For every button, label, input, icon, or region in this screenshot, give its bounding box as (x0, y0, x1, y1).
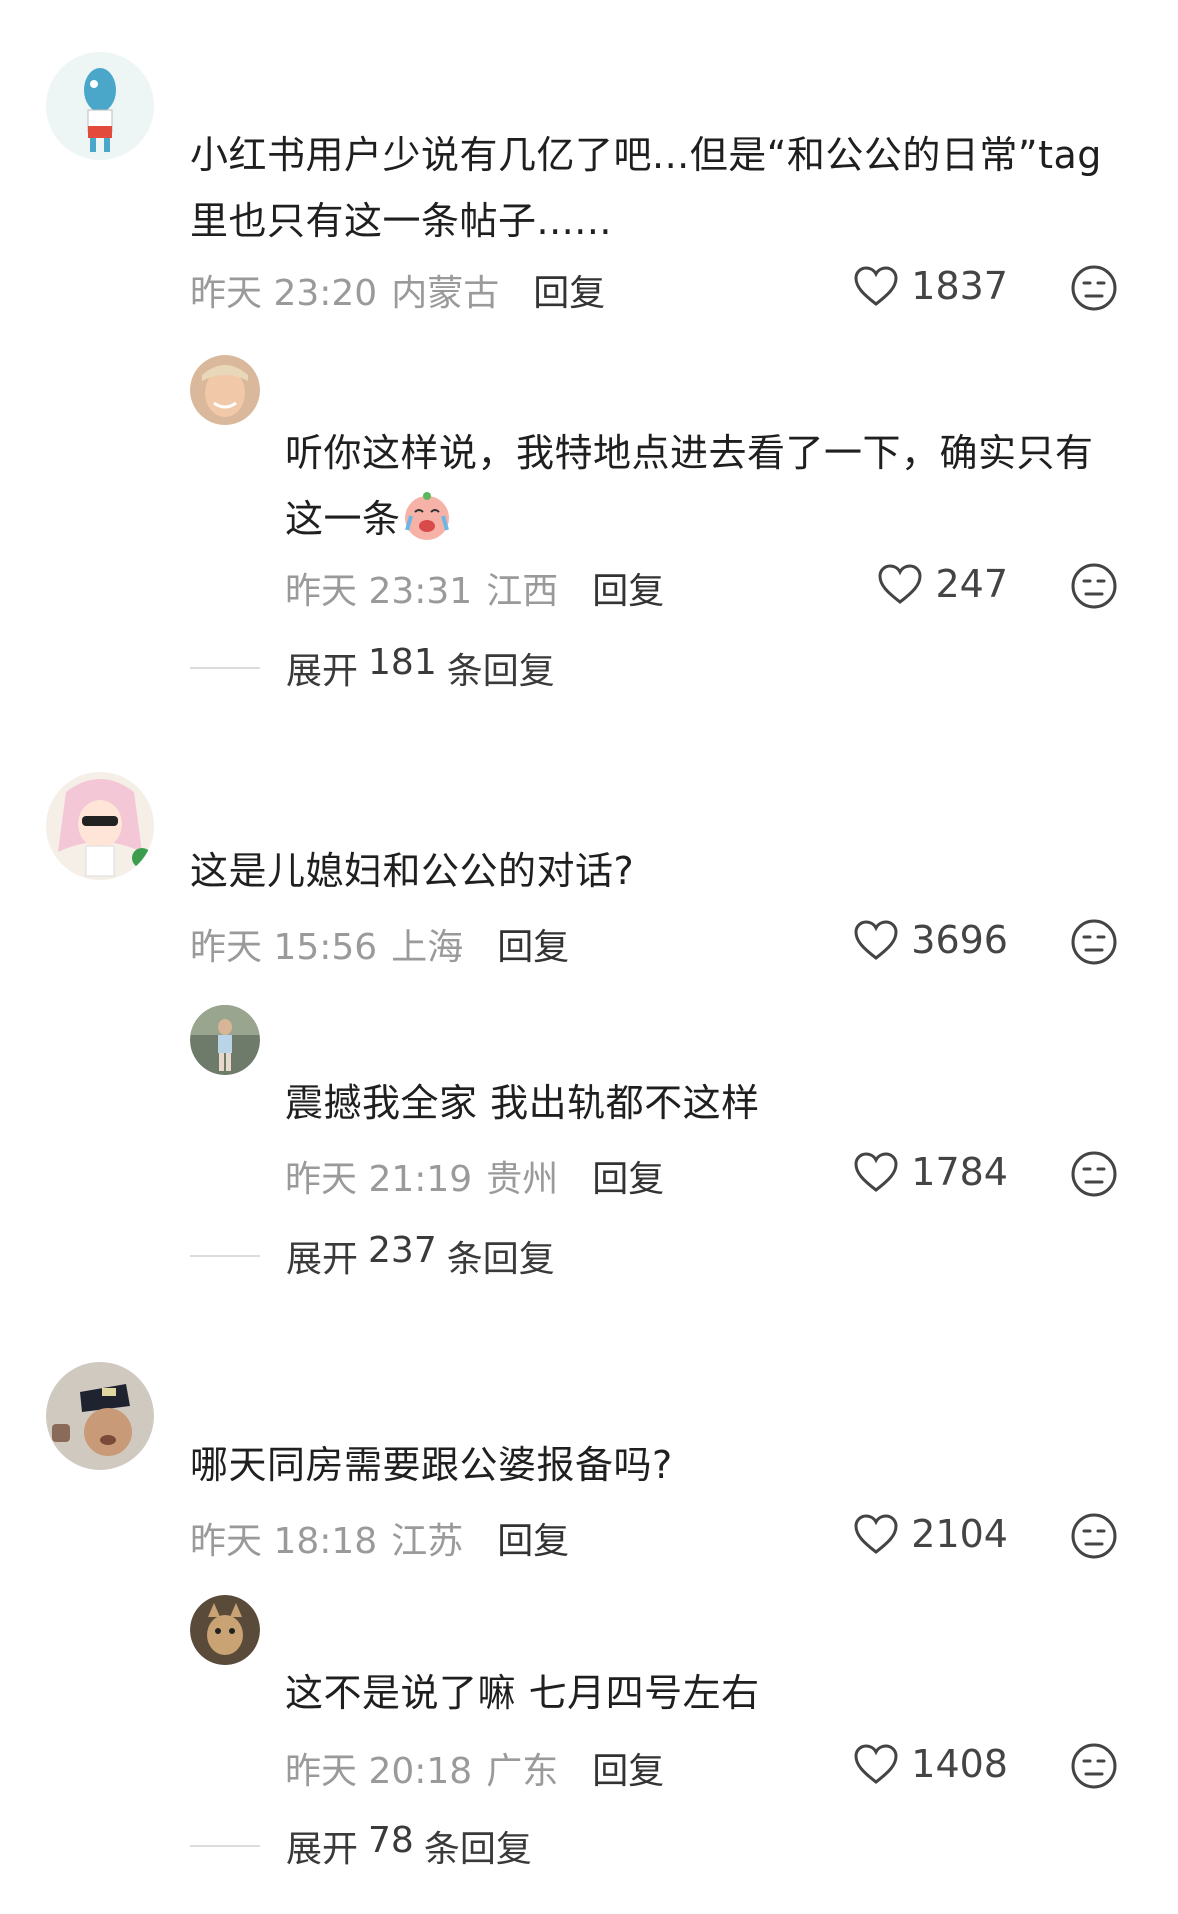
like-button[interactable]: 2104 (853, 1512, 1008, 1556)
user-avatar[interactable] (46, 52, 154, 160)
like-count: 2104 (911, 1512, 1008, 1556)
like-count: 3696 (911, 918, 1008, 962)
comment-time: 昨天 15:56 (190, 927, 378, 968)
unamused-face-icon (1071, 919, 1117, 965)
expand-count: 78 (368, 1820, 414, 1861)
divider (190, 1845, 260, 1847)
reply-button[interactable]: 回复 (533, 264, 605, 316)
like-button[interactable]: 1837 (853, 264, 1008, 308)
reply-location: 江西 (486, 571, 559, 612)
user-avatar[interactable] (46, 1362, 154, 1470)
heart-outline-icon (854, 920, 898, 960)
comment-text: 这是儿媳妇和公公的对话? (190, 849, 635, 893)
reply-time: 昨天 20:18 (285, 1751, 473, 1792)
comment-text: 哪天同房需要跟公婆报备吗? (190, 1443, 673, 1487)
unamused-face-icon (1071, 265, 1117, 311)
divider (190, 667, 260, 669)
divider (190, 1255, 260, 1257)
user-avatar[interactable] (46, 772, 154, 880)
comment-list: 小红书用户少说有几亿了吧...但是“和公公的日常”tag里也只有这一条帖子...… (0, 0, 1178, 1914)
heart-outline-icon (854, 1744, 898, 1784)
dislike-button[interactable] (1070, 1512, 1118, 1560)
reply-text: 听你这样说，我特地点进去看了一下，确实只有这一条 (285, 420, 1125, 552)
like-count: 247 (935, 562, 1008, 606)
user-avatar[interactable] (190, 1595, 260, 1665)
expand-count: 181 (368, 642, 437, 683)
like-count: 1408 (911, 1742, 1008, 1786)
user-avatar[interactable] (190, 355, 260, 425)
heart-outline-icon (854, 1152, 898, 1192)
reply-button[interactable]: 回复 (497, 1512, 569, 1564)
expand-prefix: 展开 (286, 651, 359, 692)
reply-button[interactable]: 回复 (592, 1742, 664, 1794)
comment-location: 上海 (391, 927, 464, 968)
reply-text: 这不是说了嘛 七月四号左右 (285, 1671, 760, 1715)
expand-suffix: 条回复 (423, 1829, 532, 1870)
comment-time: 昨天 18:18 (190, 1521, 378, 1562)
like-button[interactable]: 1408 (853, 1742, 1008, 1786)
expand-suffix: 条回复 (446, 1239, 555, 1280)
user-avatar[interactable] (190, 1005, 260, 1075)
heart-outline-icon (878, 564, 922, 604)
expand-replies-button[interactable]: 展开 237 条回复 (190, 1230, 555, 1282)
expand-prefix: 展开 (286, 1829, 359, 1870)
like-button[interactable]: 3696 (853, 918, 1008, 962)
dislike-button[interactable] (1070, 918, 1118, 966)
like-button[interactable]: 247 (877, 562, 1008, 606)
like-button[interactable]: 1784 (853, 1150, 1008, 1194)
crying-laughing-emoji (404, 492, 449, 540)
reply-time: 昨天 21:19 (285, 1159, 473, 1200)
expand-suffix: 条回复 (446, 651, 555, 692)
heart-outline-icon (854, 266, 898, 306)
reply-text: 震撼我全家 我出轨都不这样 (285, 1081, 760, 1125)
unamused-face-icon (1071, 1743, 1117, 1789)
comment-time: 昨天 23:20 (190, 273, 378, 314)
reply-meta: 昨天 21:19 贵州 回复 (285, 1150, 664, 1202)
reply-location: 广东 (486, 1751, 559, 1792)
comment-location: 内蒙古 (391, 273, 500, 314)
expand-replies-button[interactable]: 展开 181 条回复 (190, 642, 555, 694)
dislike-button[interactable] (1070, 1150, 1118, 1198)
comment-meta: 昨天 18:18 江苏 回复 (190, 1512, 569, 1564)
reply-meta: 昨天 20:18 广东 回复 (285, 1742, 664, 1794)
reply-button[interactable]: 回复 (592, 1150, 664, 1202)
comment-meta: 昨天 23:20 内蒙古 回复 (190, 264, 605, 316)
comment-text: 小红书用户少说有几亿了吧...但是“和公公的日常”tag里也只有这一条帖子...… (190, 133, 1102, 243)
unamused-face-icon (1071, 1151, 1117, 1197)
comment-location: 江苏 (391, 1521, 464, 1562)
heart-outline-icon (854, 1514, 898, 1554)
reply-button[interactable]: 回复 (497, 918, 569, 970)
dislike-button[interactable] (1070, 562, 1118, 610)
unamused-face-icon (1071, 1513, 1117, 1559)
expand-count: 237 (368, 1230, 437, 1271)
dislike-button[interactable] (1070, 1742, 1118, 1790)
expand-replies-button[interactable]: 展开 78 条回复 (190, 1820, 532, 1872)
comment-meta: 昨天 15:56 上海 回复 (190, 918, 569, 970)
like-count: 1837 (911, 264, 1008, 308)
reply-location: 贵州 (486, 1159, 559, 1200)
unamused-face-icon (1071, 563, 1117, 609)
expand-prefix: 展开 (286, 1239, 359, 1280)
reply-meta: 昨天 23:31 江西 回复 (285, 562, 664, 614)
dislike-button[interactable] (1070, 264, 1118, 312)
like-count: 1784 (911, 1150, 1008, 1194)
reply-time: 昨天 23:31 (285, 571, 473, 612)
reply-button[interactable]: 回复 (592, 562, 664, 614)
